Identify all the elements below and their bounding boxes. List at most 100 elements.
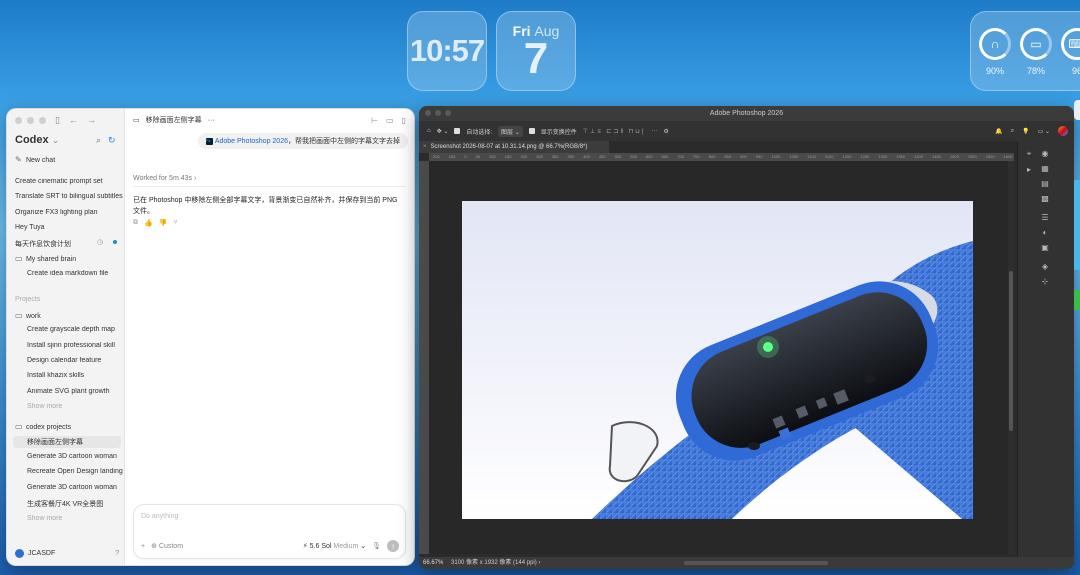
vertical-scrollbar[interactable]: [1008, 161, 1014, 554]
thumbs-up-icon[interactable]: 👍: [144, 219, 153, 227]
codex-window: ▯ ← → Codex ⌄ ⌕ ↻ ✎ New chat Create cine…: [6, 108, 415, 566]
ruler-tick-label: 950: [755, 154, 763, 159]
panel-col-left: ⌖ ▸: [1022, 149, 1036, 174]
composer-input[interactable]: Do anything: [141, 513, 178, 520]
settings-icon[interactable]: ⚙: [664, 128, 669, 135]
project-work[interactable]: ▭ work: [15, 311, 123, 320]
gradient-icon[interactable]: ▤: [1041, 179, 1049, 188]
ruler-tick-label: 250: [536, 154, 543, 159]
document-info[interactable]: 3100 像素 x 1932 像素 (144 ppi): [451, 560, 537, 566]
lightbulb-icon[interactable]: 💡: [1022, 128, 1029, 135]
align-icons[interactable]: ⊤⊥≡ ⊏⊐‖ ⊓⊔|: [583, 128, 646, 135]
more-icon[interactable]: ···: [208, 117, 215, 124]
chat-item[interactable]: Create grayscale depth map: [27, 326, 123, 333]
auto-select-checkbox[interactable]: [454, 128, 461, 134]
bell-icon[interactable]: 🔔: [995, 128, 1002, 135]
document-tab[interactable]: × Screenshot 2026-08-07 at 10.31.14.png @…: [419, 141, 609, 153]
battery-case: ▭ 78%: [1020, 28, 1052, 90]
auto-select-label: 自动选择:: [466, 129, 493, 136]
paths-icon[interactable]: ⊹: [1042, 277, 1049, 286]
more-options-icon[interactable]: ···: [652, 128, 658, 134]
document-image[interactable]: [462, 201, 973, 519]
new-chat-button[interactable]: ✎ New chat: [15, 155, 123, 164]
app-switcher[interactable]: Codex ⌄: [15, 134, 59, 146]
custom-permission-button[interactable]: ⊕ Custom: [151, 542, 183, 550]
show-transform-checkbox[interactable]: [528, 128, 535, 134]
ruler-tick-label: 150: [504, 154, 512, 159]
terminal-icon[interactable]: ⊢: [371, 116, 378, 125]
worked-duration[interactable]: Worked for 5m 43s ›: [133, 175, 196, 182]
back-icon[interactable]: ←: [69, 115, 78, 126]
chat-item[interactable]: Design calendar feature: [27, 357, 123, 364]
app-mention[interactable]: Adobe Photoshop 2026: [215, 138, 288, 145]
move-tool-icon[interactable]: ✥ ⌄: [437, 128, 449, 135]
forward-icon[interactable]: →: [87, 115, 96, 126]
thumbs-down-icon[interactable]: 👎: [159, 219, 168, 227]
show-more-link[interactable]: Show more: [27, 515, 123, 522]
search-icon[interactable]: ⌕: [96, 135, 101, 146]
home-icon[interactable]: ⌂: [427, 128, 431, 134]
chat-header: ▭ 移除画面左侧字幕 ··· ⊢ ▭ ▯: [133, 115, 406, 125]
window-controls[interactable]: [15, 117, 46, 124]
ruler-tick-label: 1600: [985, 154, 995, 159]
search-icon[interactable]: ⌕: [1011, 128, 1014, 135]
chat-item[interactable]: 每天作息饮食计划: [15, 239, 123, 249]
copy-icon[interactable]: ⧉: [133, 219, 138, 227]
window-controls[interactable]: [425, 110, 451, 116]
show-transform-label: 显示变换控件: [540, 129, 577, 136]
add-icon[interactable]: +: [141, 543, 145, 550]
horizontal-scrollbar[interactable]: [684, 561, 828, 565]
chat-item[interactable]: Hey Tuya: [15, 224, 123, 231]
panel-icon[interactable]: ▯: [402, 116, 406, 125]
zoom-level[interactable]: 66.67%: [423, 560, 443, 566]
composer[interactable]: Do anything + ⊕ Custom ⚡ 5.6 Sol Medium …: [133, 504, 406, 559]
chat-item[interactable]: Create cinematic prompt set: [15, 178, 123, 185]
avatar: [15, 549, 24, 558]
avatar[interactable]: [1058, 126, 1068, 136]
chat-item[interactable]: Organize FX3 lighting plan: [15, 209, 123, 216]
chat-item[interactable]: Generate 3D cartoon woman: [27, 453, 123, 460]
refresh-icon[interactable]: ↻: [108, 135, 116, 146]
fork-icon[interactable]: ⑂: [173, 219, 177, 227]
account-footer[interactable]: JCASDF ?: [15, 549, 119, 558]
chat-item[interactable]: Install khazix skills: [27, 372, 123, 379]
patterns-icon[interactable]: ▩: [1041, 194, 1049, 203]
project-codex[interactable]: ▭ codex projects: [15, 422, 123, 431]
battery-widget: ∩ 90% ▭ 78% ⌨ 96: [970, 11, 1080, 91]
assistant-reply: 已在 Photoshop 中移除左侧全部字幕文字，背景渐变已自然补齐，并保存到当…: [133, 197, 398, 215]
ruler-tick-label: 450: [598, 154, 606, 159]
pending-clock-icon: ◷: [97, 239, 104, 246]
toggle-sidebar-icon[interactable]: ▯: [55, 115, 60, 126]
show-more-link[interactable]: Show more: [27, 403, 123, 410]
ruler-tick-label: 650: [661, 154, 669, 159]
layers-icon[interactable]: ◈: [1042, 262, 1048, 271]
chat-item[interactable]: Recreate Open Design landing: [27, 468, 123, 475]
chat-item-active[interactable]: 移除画面左侧字幕: [13, 436, 121, 448]
model-selector[interactable]: ⚡ 5.6 Sol Medium ⌄: [303, 542, 366, 550]
libraries-icon[interactable]: ▣: [1041, 243, 1049, 252]
divider: [133, 186, 406, 187]
chat-item[interactable]: Translate SRT to bilingual subtitles: [15, 193, 123, 200]
mic-icon[interactable]: 🎙: [372, 542, 381, 550]
chat-item[interactable]: Create idea markdown file: [27, 270, 123, 277]
properties-icon[interactable]: ◐: [1043, 228, 1048, 237]
chat-item[interactable]: Animate SVG plant growth: [27, 388, 123, 395]
brush-settings-icon[interactable]: ▸: [1027, 165, 1031, 174]
swatches-icon[interactable]: ▦: [1041, 164, 1049, 173]
screen-icon[interactable]: ▭: [386, 116, 394, 125]
send-button[interactable]: ↑: [387, 540, 399, 552]
projects-heading: Projects: [15, 296, 41, 303]
chat-panel: ▭ 移除画面左侧字幕 ··· ⊢ ▭ ▯ Ps Adobe Photoshop 2…: [125, 109, 414, 565]
chat-item[interactable]: 生成客餐厅4K VR全景图: [27, 499, 123, 509]
color-icon[interactable]: ◉: [1042, 149, 1049, 158]
ruler-tick-label: 850: [724, 154, 732, 159]
auto-select-dropdown[interactable]: 图层 ⌄: [498, 125, 523, 137]
chat-item[interactable]: Generate 3D cartoon woman: [27, 484, 123, 491]
history-icon[interactable]: ⌖: [1027, 149, 1032, 159]
help-icon[interactable]: ?: [115, 550, 119, 557]
ruler-tick-label: 750: [693, 154, 700, 159]
folder-shared-brain[interactable]: ▭ My shared brain: [15, 254, 123, 263]
adjustments-icon[interactable]: ☰: [1041, 213, 1048, 222]
chat-item[interactable]: Install sjinn professional skill: [27, 342, 123, 349]
workspace-icon[interactable]: ▭ ⌄: [1038, 128, 1050, 135]
